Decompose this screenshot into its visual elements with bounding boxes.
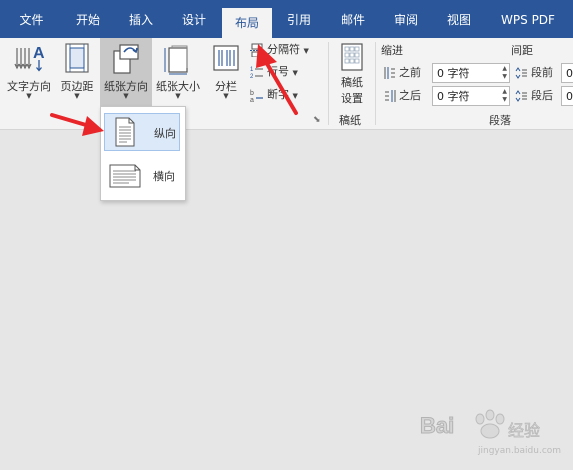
watermark-brand: Bai bbox=[419, 413, 455, 439]
annotation-overlay bbox=[50, 44, 298, 136]
watermark-url: jingyan.baidu.com bbox=[478, 446, 562, 456]
watermark-suffix: 经验 bbox=[508, 421, 541, 441]
baidu-jingyan-watermark: Bai 经验 jingyan.baidu.com bbox=[419, 405, 570, 465]
annotation-arrow-icon bbox=[50, 113, 104, 136]
annotation-arrow-icon bbox=[256, 44, 298, 115]
